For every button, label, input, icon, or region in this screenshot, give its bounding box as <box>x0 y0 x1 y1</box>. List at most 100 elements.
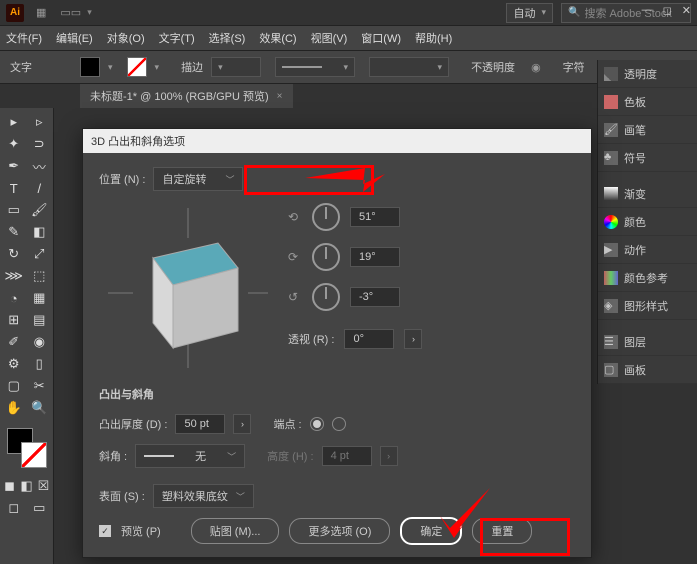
mesh-tool[interactable]: ⊞ <box>2 310 26 330</box>
eyedropper-tool[interactable]: ✐ <box>2 332 26 352</box>
panel-swatches[interactable]: 色板 <box>598 88 697 116</box>
stroke-label: 描边 <box>181 59 203 75</box>
brush-def-dropdown[interactable]: ▾ <box>369 57 449 77</box>
panel-layers[interactable]: ☰图层 <box>598 328 697 356</box>
perspective-tool[interactable]: ▦ <box>28 288 52 308</box>
document-tabs: 未标题-1* @ 100% (RGB/GPU 预览) × <box>0 84 697 108</box>
pen-tool[interactable]: ✒ <box>2 156 26 176</box>
panel-brushes[interactable]: 🖌画笔 <box>598 116 697 144</box>
direct-selection-tool[interactable]: ▹ <box>28 112 52 132</box>
close-icon[interactable]: ✕ <box>682 4 691 17</box>
menu-file[interactable]: 文件(F) <box>6 30 42 46</box>
panel-colorguide[interactable]: 颜色参考 <box>598 264 697 292</box>
panel-transparency[interactable]: 透明度 <box>598 60 697 88</box>
roty-input[interactable]: 19° <box>350 247 400 267</box>
lasso-tool[interactable]: ⊃ <box>28 134 52 154</box>
ok-button[interactable]: 确定 <box>400 517 462 545</box>
zoom-tool[interactable]: 🔍 <box>28 398 52 418</box>
gradient-tool[interactable]: ▤ <box>28 310 52 330</box>
curvature-tool[interactable]: 〰 <box>28 156 52 176</box>
width-tool[interactable]: ⋙ <box>2 266 26 286</box>
rotz-input[interactable]: -3° <box>350 287 400 307</box>
slice-tool[interactable]: ✂ <box>28 376 52 396</box>
rotx-dial[interactable] <box>312 203 340 231</box>
doc-tab[interactable]: 未标题-1* @ 100% (RGB/GPU 预览) × <box>80 84 293 108</box>
options-bar: 文字 ▾ ▾ 描边 ▾ ▾ ▾ 不透明度 ◉ 字符 <box>0 50 697 84</box>
surface-dropdown[interactable]: 塑料效果底纹﹀ <box>153 484 254 508</box>
surface-label: 表面 (S) : <box>99 488 145 504</box>
panel-gradient[interactable]: 渐变 <box>598 180 697 208</box>
paintbrush-tool[interactable]: 🖌 <box>28 200 52 220</box>
rotate-tool[interactable]: ↻ <box>2 244 26 264</box>
cube-preview[interactable] <box>103 203 273 373</box>
menu-window[interactable]: 窗口(W) <box>361 30 401 46</box>
minimize-icon[interactable]: — <box>642 4 653 17</box>
close-tab-icon[interactable]: × <box>277 91 283 102</box>
perspective-stepper[interactable]: › <box>404 329 422 349</box>
graph-tool[interactable]: ▯ <box>28 354 52 374</box>
panel-graphicstyles[interactable]: ◈图形样式 <box>598 292 697 320</box>
3d-extrude-dialog: 3D 凸出和斜角选项 位置 (N) : 自定旋转﹀ ⟲ 51° <box>82 128 592 558</box>
menu-object[interactable]: 对象(O) <box>107 30 145 46</box>
menu-type[interactable]: 文字(T) <box>159 30 195 46</box>
maximize-icon[interactable]: ◻ <box>663 4 672 17</box>
more-options-button[interactable]: 更多选项 (O) <box>289 518 390 544</box>
bevel-value: 无 <box>195 448 206 464</box>
fill-swatch[interactable] <box>80 57 100 77</box>
none-mode[interactable]: ☒ <box>36 476 51 496</box>
char-label[interactable]: 字符 <box>563 59 585 75</box>
gradient-mode[interactable]: ◧ <box>19 476 34 496</box>
hand-tool[interactable]: ✋ <box>2 398 26 418</box>
panel-color[interactable]: 颜色 <box>598 208 697 236</box>
menu-effect[interactable]: 效果(C) <box>259 30 296 46</box>
perspective-input[interactable]: 0° <box>344 329 394 349</box>
rotx-input[interactable]: 51° <box>350 207 400 227</box>
menu-select[interactable]: 选择(S) <box>209 30 246 46</box>
reset-button[interactable]: 重置 <box>472 518 532 544</box>
scale-tool[interactable]: ⤢ <box>28 244 52 264</box>
roty-dial[interactable] <box>312 243 340 271</box>
rotz-dial[interactable] <box>312 283 340 311</box>
type-tool[interactable]: T <box>2 178 26 198</box>
preview-checkbox[interactable]: ✓ <box>99 525 111 537</box>
stroke-profile-dropdown[interactable]: ▾ <box>275 57 355 77</box>
shaper-tool[interactable]: ✎ <box>2 222 26 242</box>
cap-on[interactable] <box>310 417 324 431</box>
depth-stepper[interactable]: › <box>233 414 251 434</box>
style-icon[interactable]: ◉ <box>531 61 541 74</box>
rectangle-tool[interactable]: ▭ <box>2 200 26 220</box>
stroke-swatch[interactable] <box>127 57 147 77</box>
eraser-tool[interactable]: ◧ <box>28 222 52 242</box>
free-transform-tool[interactable]: ⬚ <box>28 266 52 286</box>
depth-input[interactable]: 50 pt <box>175 414 225 434</box>
cap-off[interactable] <box>332 417 346 431</box>
menu-view[interactable]: 视图(V) <box>311 30 348 46</box>
draw-normal[interactable]: ◻ <box>2 498 26 518</box>
workspace-dropdown[interactable]: 自动▾ <box>506 3 553 23</box>
line-tool[interactable]: / <box>28 178 52 198</box>
panel-artboards[interactable]: ▢画板 <box>598 356 697 384</box>
arrange-icon[interactable]: ▭▭ <box>60 6 81 19</box>
selection-tool[interactable]: ▸ <box>2 112 26 132</box>
magic-wand-tool[interactable]: ✦ <box>2 134 26 154</box>
screen-mode[interactable]: ▭ <box>28 498 52 518</box>
shape-builder-tool[interactable]: ◔ <box>2 288 26 308</box>
right-panels: 透明度 色板 🖌画笔 ♣符号 渐变 颜色 ▶动作 颜色参考 ◈图形样式 ☰图层 … <box>597 60 697 384</box>
bridge-icon[interactable]: ▦ <box>36 6 46 19</box>
fill-stroke-color[interactable] <box>7 428 47 468</box>
symbol-sprayer-tool[interactable]: ⚙ <box>2 354 26 374</box>
stroke-weight-dropdown[interactable]: ▾ <box>211 57 261 77</box>
panel-symbols[interactable]: ♣符号 <box>598 144 697 172</box>
color-mode[interactable]: ◼ <box>2 476 17 496</box>
position-dropdown[interactable]: 自定旋转﹀ <box>153 167 243 191</box>
bevel-dropdown[interactable]: 无﹀ <box>135 444 245 468</box>
height-stepper: › <box>380 446 398 466</box>
map-art-button[interactable]: 贴图 (M)... <box>191 518 280 544</box>
bevel-label: 斜角 : <box>99 448 127 464</box>
blend-tool[interactable]: ◉ <box>28 332 52 352</box>
rotz-icon: ↺ <box>288 290 302 304</box>
menu-edit[interactable]: 编辑(E) <box>56 30 93 46</box>
menu-help[interactable]: 帮助(H) <box>415 30 452 46</box>
artboard-tool[interactable]: ▢ <box>2 376 26 396</box>
panel-actions[interactable]: ▶动作 <box>598 236 697 264</box>
